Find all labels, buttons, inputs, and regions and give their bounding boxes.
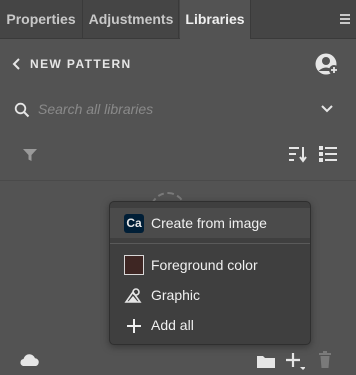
- filter-icon[interactable]: [22, 147, 38, 163]
- cloud-icon[interactable]: [18, 353, 40, 367]
- ca-badge-icon: Ca: [124, 214, 144, 233]
- tab-libraries[interactable]: Libraries: [180, 0, 251, 39]
- user-add-icon[interactable]: [314, 52, 340, 76]
- content-divider: [0, 180, 356, 181]
- menu-item-label: Create from image: [151, 215, 267, 231]
- page-title: NEW PATTERN: [30, 57, 132, 71]
- add-content-menu: Ca Create from image Foreground color Gr…: [109, 201, 311, 345]
- menu-item-label: Add all: [151, 317, 194, 333]
- color-swatch-icon: [124, 255, 144, 275]
- list-view-icon[interactable]: [318, 145, 338, 163]
- menu-item-add-all[interactable]: Add all: [110, 310, 310, 340]
- plus-icon: [127, 319, 141, 333]
- graphic-icon: [124, 288, 142, 303]
- tab-properties[interactable]: Properties: [0, 0, 83, 38]
- panel-tab-bar: Properties Adjustments Libraries: [0, 0, 356, 39]
- chevron-down-icon[interactable]: [320, 104, 334, 114]
- panel-footer: [0, 345, 356, 375]
- menu-item-create-from-image[interactable]: Ca Create from image: [110, 208, 310, 238]
- tab-adjustments[interactable]: Adjustments: [84, 0, 179, 38]
- trash-icon[interactable]: [318, 351, 332, 369]
- search-bar: [0, 92, 356, 126]
- search-input[interactable]: [38, 98, 308, 120]
- menu-item-label: Foreground color: [151, 257, 258, 273]
- menu-divider: [110, 243, 310, 244]
- menu-item-graphic[interactable]: Graphic: [110, 280, 310, 310]
- chevron-left-icon[interactable]: [12, 57, 22, 71]
- filter-bar: [0, 140, 356, 170]
- search-icon: [14, 102, 30, 118]
- folder-icon[interactable]: [256, 353, 276, 369]
- panel-menu-icon[interactable]: [340, 14, 350, 24]
- menu-item-label: Graphic: [151, 287, 201, 303]
- sort-icon[interactable]: [288, 145, 308, 163]
- library-header: NEW PATTERN: [0, 48, 356, 82]
- add-button[interactable]: [285, 351, 305, 371]
- menu-item-foreground-color[interactable]: Foreground color: [110, 250, 310, 280]
